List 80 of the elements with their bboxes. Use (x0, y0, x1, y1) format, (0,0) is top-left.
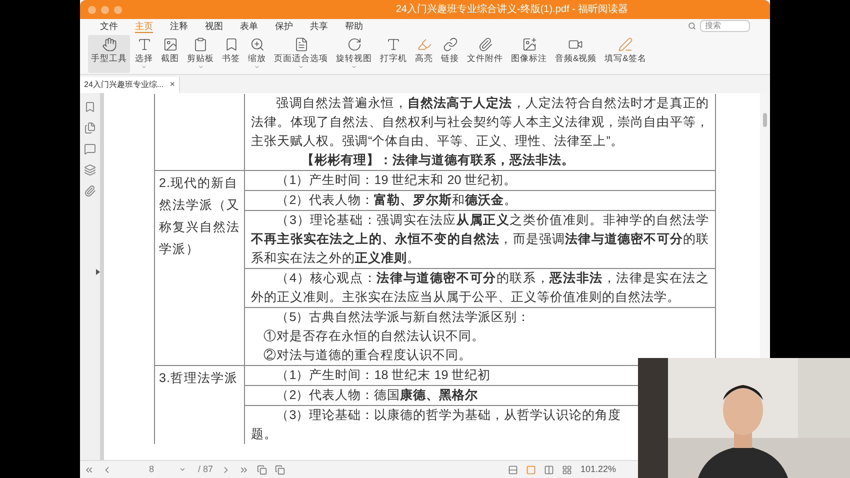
toolbar-button[interactable]: 文件附件 (464, 35, 506, 73)
menu-tab[interactable]: 共享 (310, 20, 328, 32)
search-field[interactable]: 搜索 (700, 20, 750, 32)
grid-view-icon[interactable] (562, 464, 572, 474)
image-icon (162, 37, 178, 52)
paragraph: （2）代表人物：德国康德、黑格尔 (275, 387, 480, 404)
toolbar-button[interactable]: 打字机 (377, 35, 410, 73)
search-icon (688, 22, 696, 30)
toolbar-button[interactable]: 填写&签名 (602, 35, 650, 73)
menu-tab[interactable]: 帮助 (345, 20, 363, 32)
toolbar-button[interactable]: 截图 (158, 35, 182, 73)
pen-icon (618, 37, 633, 52)
zoom-in-icon (250, 37, 264, 52)
image-icon (522, 37, 536, 52)
menu-tab[interactable]: 文件 (100, 20, 118, 32)
caret-icon (298, 64, 304, 70)
toolbar-button[interactable]: 音频&视频 (552, 35, 600, 73)
comment-icon[interactable] (84, 143, 96, 155)
continuous-page-icon[interactable] (526, 464, 536, 474)
link-icon (442, 37, 458, 52)
paragraph: （2）代表人物：富勒、罗尔斯和德沃金。 (275, 192, 518, 209)
caret-icon (141, 64, 147, 70)
menu-tab[interactable]: 注释 (170, 20, 188, 32)
toolbar-button[interactable]: 选择 (132, 35, 156, 73)
menu-tab[interactable]: 视图 (205, 20, 223, 32)
toolbar-button[interactable]: 书签 (219, 35, 243, 73)
paperclip-icon[interactable] (84, 185, 96, 197)
menu-tab[interactable]: 保护 (275, 20, 293, 32)
paragraph: （5）古典自然法学派与新自然法学派区别： (275, 309, 532, 326)
text-icon (386, 37, 401, 52)
window-title: 24入门兴趣班专业综合讲义-终版(1).pdf - 福昕阅读器 (394, 2, 630, 17)
paperclip-icon (478, 37, 492, 52)
clipboard-icon (193, 37, 208, 52)
paragraph: （1）产生时间：18 世纪末 19 世纪初 (275, 367, 492, 384)
copy-icon[interactable] (275, 464, 286, 474)
category-cell-text: 3.哲理法学派 (159, 370, 240, 387)
expand-icon[interactable] (96, 269, 100, 275)
toolbar-button[interactable]: 旋转视图 (333, 35, 375, 73)
toolbar-button[interactable]: 缩放 (245, 35, 269, 73)
emphasis-line: 【彬彬有理】：法律与道德有联系，恶法非法。 (300, 152, 576, 169)
toolbar-button[interactable]: 手型工具 (88, 35, 130, 73)
page-number-field[interactable]: 8 (120, 462, 190, 476)
first-page-icon[interactable] (84, 464, 94, 474)
zoom-level[interactable]: 101.22% (580, 462, 616, 476)
text-cursor-icon (136, 37, 152, 52)
category-cell-text: 2.现代的新自然法学派（又称复兴自然法学派） (159, 175, 240, 258)
paragraph: （3）理论基础：以康德的哲学为基础，从哲学认识论的角度 (275, 407, 622, 424)
caret-icon (179, 466, 186, 473)
scrollbar-thumb[interactable] (763, 113, 767, 127)
paragraph: （1）产生时间：19 世纪末和 20 世纪初。 (275, 172, 518, 189)
highlighter-icon (416, 37, 432, 52)
toolbar-button[interactable]: 剪贴板 (184, 35, 217, 73)
toolbar-button[interactable]: 页面适合选项 (271, 35, 331, 73)
page-total: / 87 (198, 462, 214, 476)
bookmark-icon[interactable] (84, 101, 96, 113)
caret-icon (198, 64, 204, 70)
toolbar-button[interactable]: 高亮 (412, 35, 436, 73)
pages-icon[interactable] (84, 122, 96, 134)
page-icon (294, 37, 308, 52)
last-page-icon[interactable] (239, 464, 250, 474)
single-page-icon[interactable] (508, 464, 518, 474)
copy-icon[interactable] (257, 464, 268, 474)
toolbar-button[interactable]: 链接 (438, 35, 462, 73)
paragraph: （3）理论基础：强调实在法应从属正义之类价值准则。非神学的自然法学不再主张实在法之上的、永恒不变的自然法，而是强调法律与道德密不可分的联系和实在法之外的正义准则。 (251, 212, 709, 267)
bookmark-icon (224, 37, 238, 52)
caret-icon (254, 64, 260, 70)
list-item: ①对是否存在永恒的自然法认识不同。 (262, 328, 486, 345)
paragraph: 强调自然法普遍永恒，自然法高于人定法，人定法符合自然法时才是真正的法律。体现了自然法、自然权利与社会契约等人本主义法律观，崇尚自由平等，主张天赋人权。强调“个体自由、平等、正义、理性、法律至上”。 (251, 95, 709, 150)
menu-tab[interactable]: 表单 (240, 20, 258, 32)
toolbar-button[interactable]: 图像标注 (508, 35, 550, 73)
rotate-icon (346, 37, 362, 52)
list-item: ②对法与道德的重合程度认识不同。 (262, 347, 473, 364)
caret-icon (351, 64, 357, 70)
paragraph-line: 题。 (251, 426, 278, 443)
hand-icon (102, 37, 116, 52)
close-button[interactable]: × (170, 78, 175, 92)
two-page-icon[interactable] (544, 464, 554, 474)
paragraph: （4）核心观点：法律与道德密不可分的联系，恶法非法，法律是实在法之外的正义准则。主张实在法应当从属于公平、正义等价值准则的自然法学。 (251, 270, 709, 306)
layers-icon[interactable] (84, 164, 96, 176)
document-tab[interactable]: 24入门兴趣班专业综... × (80, 77, 180, 93)
